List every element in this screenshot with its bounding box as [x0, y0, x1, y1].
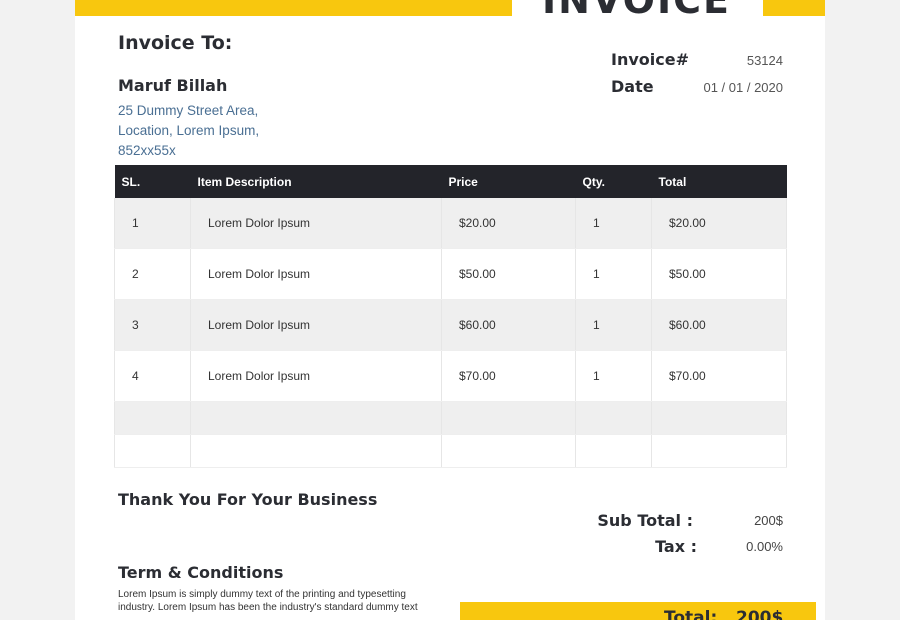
thank-you-message: Thank You For Your Business [118, 490, 378, 509]
table-row: 2 Lorem Dolor Ipsum $50.00 1 $50.00 [114, 248, 787, 300]
cell-description: Lorem Dolor Ipsum [190, 299, 442, 351]
cell-description: Lorem Dolor Ipsum [190, 350, 442, 402]
cell-description: Lorem Dolor Ipsum [190, 248, 442, 300]
cell-price: $70.00 [441, 350, 576, 402]
cell-qty: 1 [575, 248, 652, 300]
cell-total: $20.00 [651, 198, 787, 249]
subtotal-label: Sub Total : [597, 511, 693, 530]
column-header-qty: Qty. [575, 165, 652, 198]
accent-bar-right [763, 0, 825, 16]
table-header-row: SL. Item Description Price Qty. Total [114, 165, 787, 198]
cell-qty: 1 [575, 350, 652, 402]
total-label: Total: [664, 608, 718, 620]
column-header-sl: SL. [114, 165, 191, 198]
total-value: 200$ [736, 608, 784, 620]
cell-total: $50.00 [651, 248, 787, 300]
cell-price [441, 434, 576, 468]
invoice-page: INVOICE Invoice To: Maruf Billah 25 Dumm… [75, 0, 825, 620]
table-row [114, 434, 787, 468]
column-header-total: Total [651, 165, 787, 198]
cell-total: $60.00 [651, 299, 787, 351]
address-line: 25 Dummy Street Area, [118, 103, 259, 118]
date-label: Date [611, 77, 654, 96]
cell-price: $20.00 [441, 198, 576, 249]
cell-description [190, 434, 442, 468]
tax-label: Tax : [655, 537, 697, 556]
cell-sl [114, 434, 191, 468]
cell-sl: 3 [114, 299, 191, 351]
cell-total [651, 401, 787, 435]
cell-description: Lorem Dolor Ipsum [190, 198, 442, 249]
cell-sl: 4 [114, 350, 191, 402]
accent-bar-left [75, 0, 512, 16]
cell-qty [575, 401, 652, 435]
table-row: 3 Lorem Dolor Ipsum $60.00 1 $60.00 [114, 299, 787, 351]
document-title: INVOICE [542, 0, 731, 22]
cell-price [441, 401, 576, 435]
cell-price: $50.00 [441, 248, 576, 300]
cell-qty: 1 [575, 198, 652, 249]
items-table: SL. Item Description Price Qty. Total 1 … [114, 165, 787, 468]
cell-description [190, 401, 442, 435]
column-header-price: Price [441, 165, 576, 198]
invoice-to-heading: Invoice To: [118, 32, 233, 54]
invoice-number-label: Invoice# [611, 50, 689, 69]
terms-heading: Term & Conditions [118, 563, 284, 582]
cell-qty: 1 [575, 299, 652, 351]
tax-value: 0.00% [746, 539, 783, 554]
cell-total [651, 434, 787, 468]
invoice-number-value: 53124 [746, 53, 783, 68]
address-line: 852xx55x [118, 143, 176, 158]
table-row [114, 401, 787, 435]
cell-price: $60.00 [441, 299, 576, 351]
subtotal-value: 200$ [754, 513, 783, 528]
cell-sl [114, 401, 191, 435]
table-row: 1 Lorem Dolor Ipsum $20.00 1 $20.00 [114, 198, 787, 249]
client-name: Maruf Billah [118, 76, 228, 95]
cell-qty [575, 434, 652, 468]
total-bar: Total: 200$ [460, 602, 816, 620]
cell-sl: 2 [114, 248, 191, 300]
column-header-description: Item Description [190, 165, 442, 198]
cell-total: $70.00 [651, 350, 787, 402]
terms-text: Lorem Ipsum is simply dummy text of the … [118, 589, 418, 613]
client-address: 25 Dummy Street Area, Location, Lorem Ip… [118, 101, 259, 161]
address-line: Location, Lorem Ipsum, [118, 123, 260, 138]
table-row: 4 Lorem Dolor Ipsum $70.00 1 $70.00 [114, 350, 787, 402]
date-value: 01 / 01 / 2020 [703, 80, 783, 95]
cell-sl: 1 [114, 198, 191, 249]
